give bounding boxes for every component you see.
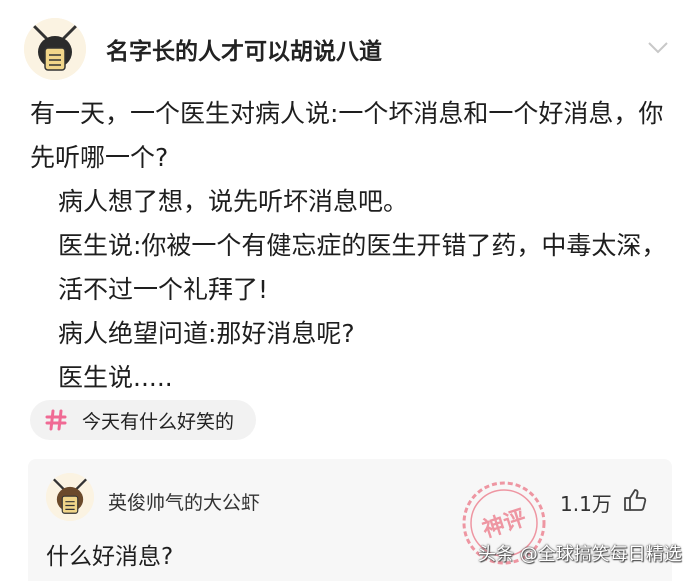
topic-label: 今天有什么好笑的 — [82, 410, 235, 433]
topic-tag[interactable]: 今天有什么好笑的 — [30, 400, 257, 440]
commenter-name[interactable]: 英俊帅气的大公虾 — [108, 488, 260, 515]
author-avatar[interactable] — [24, 18, 86, 80]
source-watermark: 头条 @全球搞笑每日精选 — [478, 544, 682, 565]
thumbs-up-icon[interactable] — [622, 487, 648, 513]
post-header: 名字长的人才可以胡说八道 — [0, 0, 700, 90]
stamp-label: 神评 — [479, 505, 529, 543]
commenter-avatar-image — [46, 473, 94, 521]
post-body: 有一天，一个医生对病人说:一个坏消息和一个好消息，你先听哪一个? 病人想了想，说… — [30, 92, 680, 400]
author-name[interactable]: 名字长的人才可以胡说八道 — [106, 32, 382, 66]
post-line: 医生说..... — [58, 363, 173, 392]
avatar-image — [24, 18, 86, 80]
hash-icon — [45, 409, 67, 431]
post-line: 医生说:你被一个有健忘症的医生开错了药，中毒太深，活不过一个礼拜了! — [58, 231, 667, 304]
comment-text: 什么好消息? — [46, 544, 174, 570]
like-count: 1.1万 — [560, 492, 612, 516]
commenter-avatar[interactable] — [46, 473, 94, 521]
post-line: 病人绝望问道:那好消息呢? — [58, 319, 355, 348]
post-line: 有一天，一个医生对病人说:一个坏消息和一个好消息，你先听哪一个? — [30, 99, 664, 172]
post-line: 病人想了想，说先听坏消息吧。 — [58, 187, 409, 216]
chevron-down-icon[interactable] — [646, 40, 670, 56]
